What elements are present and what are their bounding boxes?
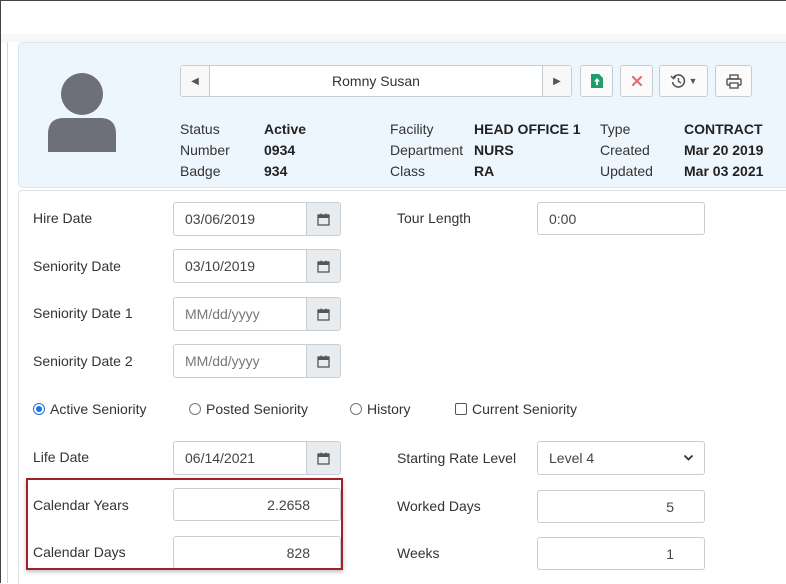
updated-label: Updated (600, 163, 653, 179)
calendar-icon (317, 213, 330, 226)
number-value: 0934 (264, 142, 296, 158)
info-values-col2: HEAD OFFICE 1 NURS RA (474, 119, 581, 182)
next-employee-button[interactable]: ▶ (542, 66, 571, 96)
current-seniority-label: Current Seniority (472, 401, 578, 417)
print-button[interactable] (715, 65, 752, 97)
seniority-date-2-input[interactable]: MM/dd/yyyy (173, 344, 307, 378)
highlight-box (26, 478, 343, 570)
seniority-date-field: 03/10/2019 (173, 249, 341, 283)
delete-button[interactable] (620, 65, 653, 97)
user-avatar-icon (48, 73, 116, 152)
posted-seniority-label: Posted Seniority (206, 401, 308, 417)
starting-rate-level-label: Starting Rate Level (397, 450, 517, 466)
history-radio[interactable] (350, 403, 362, 415)
class-value: RA (474, 163, 495, 179)
seniority-date-2-field: MM/dd/yyyy (173, 344, 341, 378)
print-icon (725, 73, 742, 89)
current-seniority-checkbox[interactable] (455, 403, 467, 415)
seniority-date-1-input[interactable]: MM/dd/yyyy (173, 297, 307, 331)
weeks-label: Weeks (397, 545, 440, 561)
posted-seniority-radio[interactable] (189, 403, 201, 415)
seniority-date-2-label: Seniority Date 2 (33, 353, 133, 369)
active-seniority-label: Active Seniority (50, 401, 147, 417)
history-option[interactable]: History (350, 401, 411, 417)
badge-label: Badge (180, 163, 221, 179)
seniority-date-1-calendar-button[interactable] (306, 297, 341, 331)
number-label: Number (180, 142, 230, 158)
info-values-col1: Active 0934 934 (264, 119, 306, 182)
department-label: Department (390, 142, 464, 158)
starting-rate-level-value: Level 4 (549, 450, 595, 466)
life-date-label: Life Date (33, 449, 90, 465)
life-date-input[interactable]: 06/14/2021 (173, 441, 307, 475)
facility-value: HEAD OFFICE 1 (474, 121, 581, 137)
type-label: Type (600, 121, 631, 137)
employee-name[interactable]: Romny Susan (209, 66, 543, 96)
top-band (1, 1, 786, 35)
history-icon (670, 74, 685, 88)
worked-days-label: Worked Days (397, 498, 481, 514)
info-labels-col1: Status Number Badge (180, 119, 230, 182)
seniority-date-2-calendar-button[interactable] (306, 344, 341, 378)
current-seniority-option[interactable]: Current Seniority (455, 401, 577, 417)
calendar-icon (317, 260, 330, 273)
posted-seniority-option[interactable]: Posted Seniority (189, 401, 308, 417)
starting-rate-level-select[interactable]: Level 4 (537, 441, 705, 475)
hire-date-input[interactable]: 03/06/2019 (173, 202, 307, 236)
export-button[interactable] (580, 65, 613, 97)
type-value: CONTRACT (684, 121, 763, 137)
history-dropdown-button[interactable]: ▼ (659, 65, 708, 97)
calendar-icon (317, 355, 330, 368)
employee-navigator: ◀ Romny Susan ▶ (180, 65, 572, 97)
caret-down-icon: ▼ (688, 76, 698, 86)
worked-days-input[interactable]: 5 (537, 490, 705, 523)
life-date-calendar-button[interactable] (306, 441, 341, 475)
tour-length-input[interactable]: 0:00 (537, 202, 705, 235)
seniority-date-input[interactable]: 03/10/2019 (173, 249, 307, 283)
chevron-down-icon (683, 454, 694, 461)
chevron-right-icon: ▶ (553, 75, 561, 87)
active-seniority-option[interactable]: Active Seniority (33, 401, 146, 417)
info-values-col3: CONTRACT Mar 20 2019 Mar 03 2021 (684, 119, 763, 182)
seniority-date-1-field: MM/dd/yyyy (173, 297, 341, 331)
active-seniority-radio[interactable] (33, 403, 45, 415)
badge-value: 934 (264, 163, 288, 179)
chevron-left-icon: ◀ (191, 75, 199, 87)
created-label: Created (600, 142, 650, 158)
seniority-date-1-label: Seniority Date 1 (33, 305, 133, 321)
facility-label: Facility (390, 121, 434, 137)
seniority-date-label: Seniority Date (33, 258, 121, 274)
status-value: Active (264, 121, 307, 137)
hire-date-calendar-button[interactable] (306, 202, 341, 236)
department-value: NURS (474, 142, 514, 158)
updated-value: Mar 03 2021 (684, 163, 764, 179)
delete-icon (631, 75, 642, 87)
class-label: Class (390, 163, 426, 179)
hire-date-label: Hire Date (33, 210, 93, 226)
separator-strip (1, 34, 786, 42)
hire-date-field: 03/06/2019 (173, 202, 341, 236)
previous-employee-button[interactable]: ◀ (181, 66, 210, 96)
seniority-date-calendar-button[interactable] (306, 249, 341, 283)
calendar-icon (317, 452, 330, 465)
calendar-icon (317, 308, 330, 321)
export-icon (590, 74, 603, 88)
weeks-input[interactable]: 1 (537, 537, 705, 570)
info-labels-col3: Type Created Updated (600, 119, 653, 182)
info-labels-col2: Facility Department Class (390, 119, 463, 182)
left-sidebar-edge (1, 42, 8, 583)
status-label: Status (180, 121, 220, 137)
tour-length-label: Tour Length (397, 210, 471, 226)
life-date-field: 06/14/2021 (173, 441, 341, 475)
history-label: History (367, 401, 411, 417)
created-value: Mar 20 2019 (684, 142, 764, 158)
